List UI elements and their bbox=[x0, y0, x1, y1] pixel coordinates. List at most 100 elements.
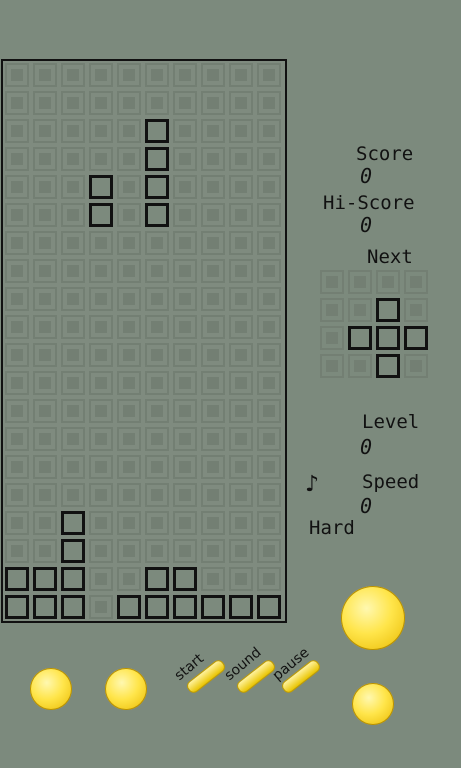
board-cell bbox=[199, 117, 227, 145]
board-block bbox=[255, 593, 283, 621]
board-cell bbox=[227, 173, 255, 201]
board-cell bbox=[255, 565, 283, 593]
board-cell bbox=[87, 593, 115, 621]
board-cell bbox=[3, 285, 31, 313]
board-cell bbox=[31, 453, 59, 481]
board-cell bbox=[255, 229, 283, 257]
board-cell bbox=[3, 257, 31, 285]
board-cell bbox=[59, 173, 87, 201]
board-block bbox=[31, 565, 59, 593]
board-block bbox=[143, 173, 171, 201]
board-cell bbox=[171, 369, 199, 397]
board-block bbox=[87, 201, 115, 229]
board-cell bbox=[227, 425, 255, 453]
board-cell bbox=[171, 313, 199, 341]
board-cell bbox=[227, 397, 255, 425]
board-cell bbox=[31, 509, 59, 537]
board-cell bbox=[87, 89, 115, 117]
board-cell bbox=[171, 61, 199, 89]
board-cell bbox=[143, 285, 171, 313]
board-block bbox=[59, 593, 87, 621]
board-cell bbox=[199, 369, 227, 397]
rotate-button[interactable] bbox=[341, 586, 405, 650]
hiscore-label: Hi-Score bbox=[323, 192, 415, 214]
board-cell bbox=[143, 369, 171, 397]
board-cell bbox=[199, 537, 227, 565]
board-cell bbox=[3, 173, 31, 201]
board-cell bbox=[199, 481, 227, 509]
next-block bbox=[374, 296, 402, 324]
board-cell bbox=[255, 313, 283, 341]
board-block bbox=[143, 145, 171, 173]
board-cell bbox=[3, 425, 31, 453]
board-cell bbox=[59, 61, 87, 89]
board-cell bbox=[59, 201, 87, 229]
board-cell bbox=[3, 341, 31, 369]
board-block bbox=[59, 509, 87, 537]
board-cell bbox=[3, 313, 31, 341]
board-block bbox=[143, 117, 171, 145]
board-block bbox=[115, 593, 143, 621]
board-cell bbox=[87, 453, 115, 481]
board-cell bbox=[227, 537, 255, 565]
right-button[interactable] bbox=[105, 668, 147, 710]
board-cell bbox=[255, 89, 283, 117]
left-button[interactable] bbox=[30, 668, 72, 710]
board-cell bbox=[227, 61, 255, 89]
board-cell bbox=[115, 285, 143, 313]
board-cell bbox=[199, 565, 227, 593]
board-block bbox=[143, 565, 171, 593]
board-cell bbox=[3, 509, 31, 537]
board-cell bbox=[31, 257, 59, 285]
board-cell bbox=[227, 509, 255, 537]
board-cell bbox=[3, 537, 31, 565]
board-cell bbox=[87, 145, 115, 173]
board-block bbox=[3, 565, 31, 593]
board-cell bbox=[115, 61, 143, 89]
board-cell bbox=[59, 425, 87, 453]
board-cell bbox=[255, 481, 283, 509]
board-cell bbox=[115, 201, 143, 229]
difficulty-label: Hard bbox=[309, 517, 355, 539]
board-cell bbox=[3, 89, 31, 117]
board-cell bbox=[115, 565, 143, 593]
board-cell bbox=[87, 313, 115, 341]
board-cell bbox=[143, 313, 171, 341]
board-cell bbox=[255, 341, 283, 369]
next-cell bbox=[402, 352, 430, 380]
board-cell bbox=[255, 425, 283, 453]
next-block bbox=[374, 352, 402, 380]
board-cell bbox=[199, 425, 227, 453]
board-cell bbox=[227, 313, 255, 341]
board-cell bbox=[171, 145, 199, 173]
board-cell bbox=[59, 397, 87, 425]
music-note-icon: ♪ bbox=[305, 472, 320, 497]
next-cell bbox=[318, 324, 346, 352]
board-cell bbox=[199, 509, 227, 537]
board-cell bbox=[143, 537, 171, 565]
board-cell bbox=[31, 397, 59, 425]
board-cell bbox=[115, 313, 143, 341]
board-cell bbox=[227, 341, 255, 369]
board-cell bbox=[59, 313, 87, 341]
board-cell bbox=[171, 341, 199, 369]
board-cell bbox=[199, 61, 227, 89]
board-cell bbox=[227, 453, 255, 481]
board-cell bbox=[59, 481, 87, 509]
board-cell bbox=[143, 89, 171, 117]
drop-button[interactable] bbox=[352, 683, 394, 725]
board-cell bbox=[255, 397, 283, 425]
board-cell bbox=[31, 145, 59, 173]
board-cell bbox=[87, 397, 115, 425]
board-cell bbox=[87, 537, 115, 565]
next-block bbox=[346, 324, 374, 352]
board-cell bbox=[199, 397, 227, 425]
board-cell bbox=[3, 369, 31, 397]
board-cell bbox=[115, 117, 143, 145]
board-cell bbox=[227, 285, 255, 313]
board-cell bbox=[87, 565, 115, 593]
board-cell bbox=[115, 145, 143, 173]
next-cell bbox=[318, 352, 346, 380]
board-cell bbox=[143, 341, 171, 369]
board-cell bbox=[255, 145, 283, 173]
